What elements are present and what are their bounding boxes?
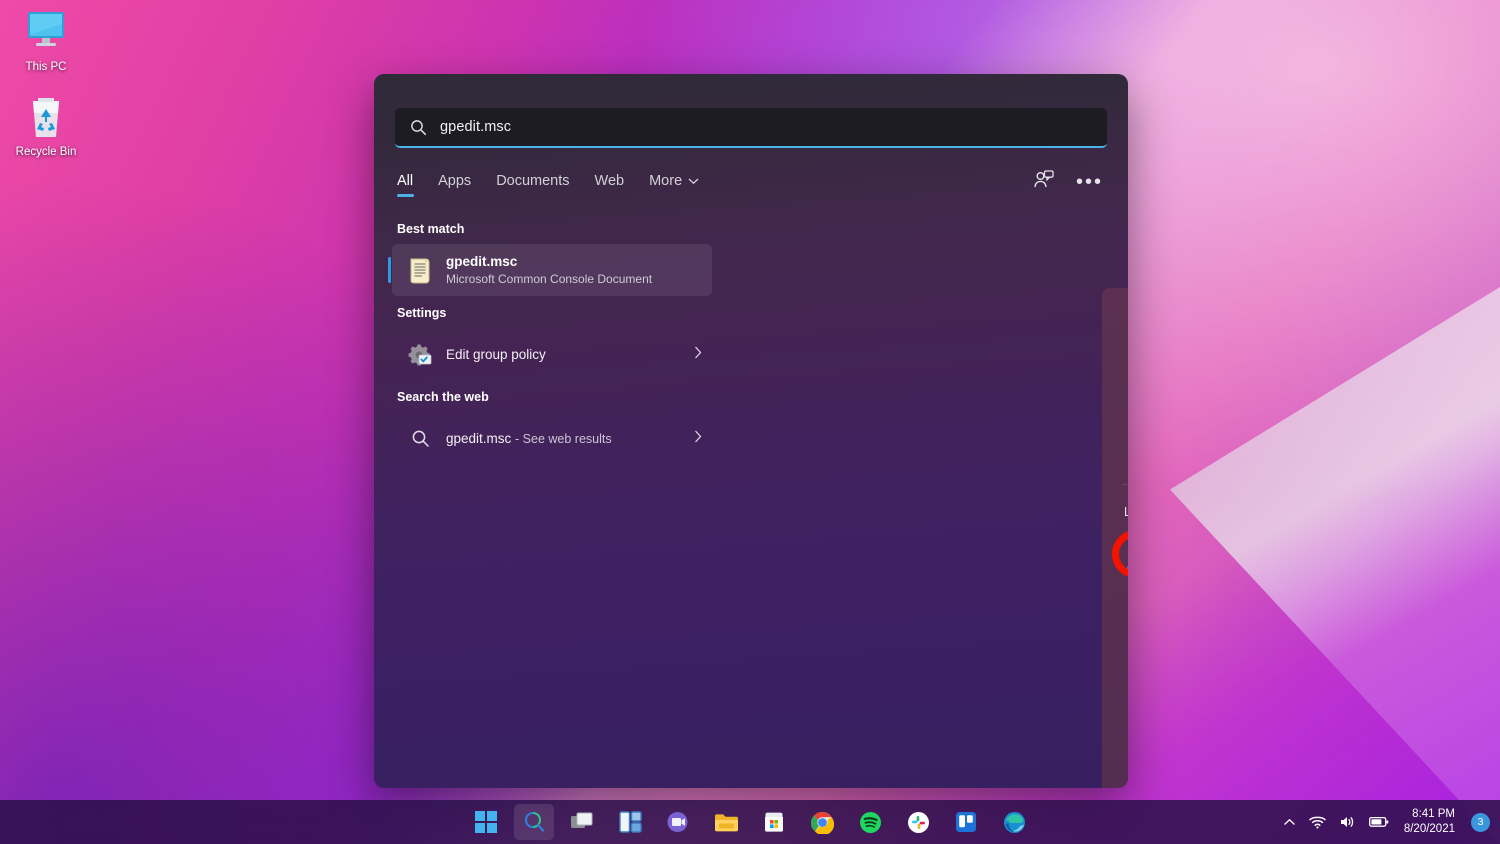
result-title: Edit group policy	[446, 346, 546, 362]
chevron-right-icon[interactable]	[694, 346, 702, 362]
console-document-icon	[404, 256, 436, 284]
search-filter-tabs: All Apps Documents Web More	[397, 170, 699, 200]
clock-time: 8:41 PM	[1412, 808, 1455, 820]
taskbar-item-teams-chat[interactable]	[658, 804, 698, 840]
search-input[interactable]: gpedit.msc	[395, 108, 1107, 148]
desktop: This PC Recycle Bin gpedit.msc All Apps …	[0, 0, 1500, 844]
result-item-gpedit[interactable]: gpedit.msc Microsoft Common Console Docu…	[388, 244, 712, 296]
desktop-icon-this-pc[interactable]: This PC	[8, 8, 84, 74]
taskbar-item-start[interactable]	[466, 804, 506, 840]
desktop-icon-label: Recycle Bin	[15, 146, 77, 158]
group-title-best-match: Best match	[397, 222, 465, 236]
search-header-actions: •••	[1033, 170, 1103, 194]
chevron-right-icon[interactable]	[694, 430, 702, 446]
tab-all[interactable]: All	[397, 173, 415, 197]
tab-label: Web	[594, 173, 625, 189]
preview-divider	[1122, 539, 1128, 540]
wifi-icon[interactable]	[1309, 815, 1326, 829]
settings-policy-icon	[404, 342, 436, 366]
taskbar-item-trello[interactable]	[946, 804, 986, 840]
search-input-value: gpedit.msc	[440, 119, 512, 135]
taskbar-item-task-view[interactable]	[562, 804, 602, 840]
volume-icon[interactable]	[1339, 815, 1356, 829]
taskbar-item-edge[interactable]	[994, 804, 1034, 840]
taskbar-item-chrome[interactable]	[802, 804, 842, 840]
taskbar-item-file-explorer[interactable]	[706, 804, 746, 840]
preview-location-row: Location C:\WINDOWS\system32	[1102, 485, 1128, 539]
result-item-edit-group-policy[interactable]: Edit group policy	[392, 328, 712, 380]
group-title-search-the-web: Search the web	[397, 390, 489, 404]
clock[interactable]: 8:41 PM 8/20/2021	[1404, 807, 1455, 837]
search-results-list: Best match gpedit.msc Microsoft Common C…	[374, 212, 728, 464]
chevron-down-icon	[688, 173, 699, 189]
tab-label: All	[397, 173, 414, 189]
tab-label: Documents	[496, 173, 570, 189]
preview-subtitle: Microsoft Common Console Document	[1102, 441, 1128, 455]
result-title: gpedit.msc	[446, 430, 512, 446]
location-label: Location	[1124, 505, 1128, 519]
clock-date: 8/20/2021	[1403, 823, 1455, 835]
system-tray: 8:41 PM 8/20/2021 3	[1283, 807, 1490, 837]
this-pc-icon	[8, 8, 84, 56]
taskbar-item-microsoft-store[interactable]	[754, 804, 794, 840]
open-external-icon	[1126, 562, 1128, 578]
recycle-bin-icon	[8, 93, 84, 141]
search-preview-pane: gpedit.msc Microsoft Common Console Docu…	[1102, 288, 1128, 788]
more-options-button[interactable]: •••	[1076, 172, 1103, 192]
result-title-suffix: - See web results	[515, 431, 612, 446]
result-item-web-search[interactable]: gpedit.msc - See web results	[392, 412, 712, 464]
taskbar-item-slack[interactable]	[898, 804, 938, 840]
result-title: gpedit.msc	[446, 254, 518, 269]
copy-path-icon	[1126, 604, 1128, 620]
result-item-text: gpedit.msc Microsoft Common Console Docu…	[446, 253, 652, 287]
battery-icon[interactable]	[1368, 816, 1389, 828]
preview-action-copy-full-path[interactable]: Copy full path	[1102, 596, 1128, 628]
tab-label: Apps	[438, 173, 472, 189]
search-icon	[410, 119, 427, 136]
tab-apps[interactable]: Apps	[438, 173, 471, 197]
tab-documents[interactable]: Documents	[496, 173, 569, 197]
desktop-icon-recycle-bin[interactable]: Recycle Bin	[8, 93, 84, 159]
chevron-up-icon[interactable]	[1283, 818, 1296, 827]
taskbar-item-spotify[interactable]	[850, 804, 890, 840]
desktop-icon-label: This PC	[25, 61, 67, 73]
result-title-wrap: gpedit.msc - See web results	[446, 431, 612, 446]
preview-title: gpedit.msc	[1102, 413, 1128, 434]
taskbar-items	[466, 804, 1034, 840]
taskbar: 8:41 PM 8/20/2021 3	[0, 800, 1500, 844]
feedback-person-icon[interactable]	[1033, 170, 1054, 194]
tab-more[interactable]: More	[649, 173, 699, 197]
taskbar-item-search[interactable]	[514, 804, 554, 840]
preview-action-open[interactable]: Open	[1102, 554, 1128, 586]
search-icon	[404, 429, 436, 448]
tab-label: More	[649, 173, 683, 189]
windows-search-panel: gpedit.msc All Apps Documents Web More •…	[374, 74, 1128, 788]
notification-badge[interactable]: 3	[1471, 812, 1490, 832]
tab-web[interactable]: Web	[595, 173, 625, 197]
taskbar-item-widgets[interactable]	[610, 804, 650, 840]
result-subtitle: Microsoft Common Console Document	[446, 272, 653, 286]
group-title-settings: Settings	[397, 306, 447, 320]
